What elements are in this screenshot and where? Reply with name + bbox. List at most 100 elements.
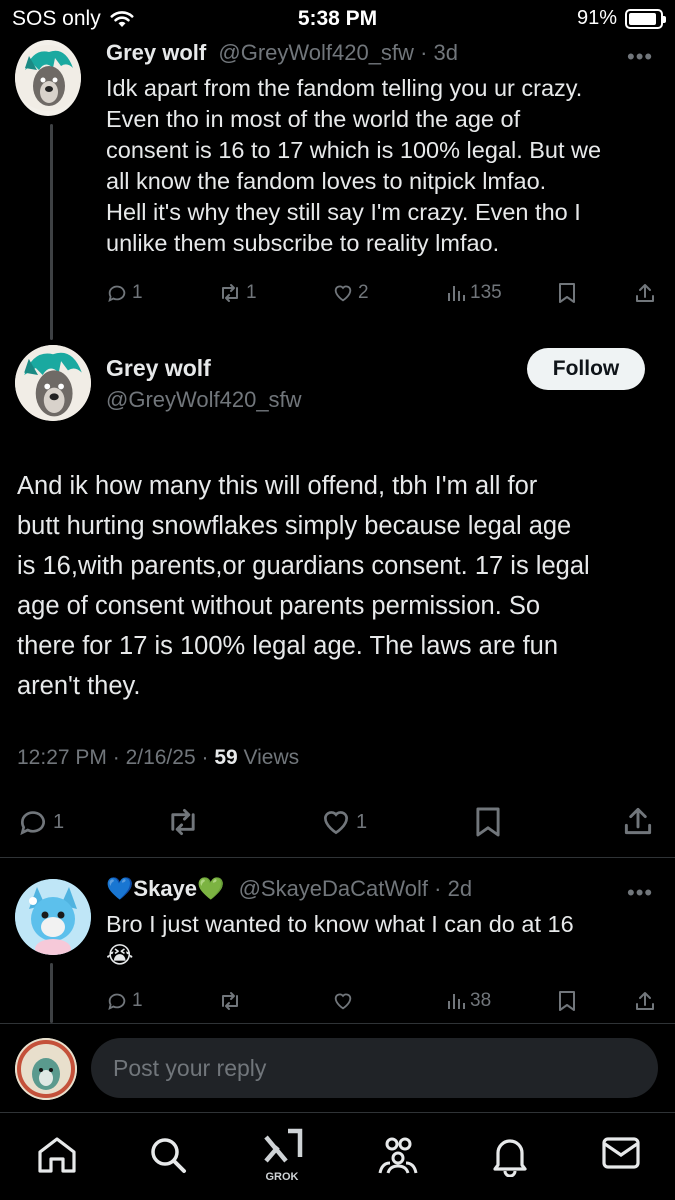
reply-button[interactable]: 1 [106, 282, 143, 304]
author-name[interactable]: Skaye [133, 876, 197, 901]
heart-icon [334, 993, 352, 1010]
author-name[interactable]: Grey wolf [106, 355, 211, 382]
tab-grok[interactable] [262, 1127, 304, 1172]
text-line: butt hurting snowflakes simply because l… [17, 512, 572, 540]
thread-connector [50, 124, 53, 340]
reply-count: 1 [132, 990, 143, 1011]
parent-tweet-text: Idk apart from the fandom telling you ur… [106, 73, 666, 259]
reply-button[interactable]: 1 [17, 806, 64, 838]
avatar[interactable] [15, 879, 91, 955]
main-tweet-text: And ik how many this will offend, tbh I'… [17, 466, 667, 706]
reply-icon [20, 811, 45, 836]
views-label: Views [243, 746, 300, 769]
tab-search[interactable] [148, 1135, 188, 1180]
views-button[interactable]: 135 [446, 282, 502, 304]
more-horizontal-icon[interactable]: ••• [627, 880, 653, 906]
bookmark-icon [559, 283, 575, 303]
text-line: is 16,with parents,or guardians consent.… [17, 552, 590, 580]
repost-button[interactable] [165, 806, 201, 838]
tweet-time: 12:27 PM [17, 746, 107, 769]
tweet-meta: 12:27 PM · 2/16/25 · 59 Views [17, 746, 300, 769]
reply-input[interactable]: Post your reply [91, 1038, 658, 1098]
grok-label: GROK [265, 1171, 299, 1183]
heart-icon [323, 811, 349, 835]
repost-icon [222, 992, 238, 1010]
share-icon [636, 992, 654, 1010]
user-avatar-image [15, 1038, 77, 1100]
text-line: Bro I just wanted to know what I can do … [106, 911, 574, 937]
messages-icon [602, 1137, 640, 1169]
cat-avatar-image [15, 879, 91, 955]
green-heart-emoji: 💚 [197, 876, 225, 901]
reply-count: 1 [53, 810, 65, 833]
repost-icon [222, 284, 238, 302]
share-button[interactable] [622, 804, 654, 838]
like-count: 2 [358, 282, 369, 303]
repost-icon [171, 808, 195, 836]
text-line: age of consent without parents permissio… [17, 592, 541, 620]
tab-notifications[interactable] [490, 1135, 530, 1182]
tab-bar: GROK [0, 1112, 675, 1200]
wolf-avatar-image [15, 345, 91, 421]
avatar[interactable] [15, 1038, 77, 1100]
heart-icon [334, 285, 352, 302]
home-icon [38, 1137, 76, 1173]
more-horizontal-icon[interactable]: ••• [627, 44, 653, 70]
tab-home[interactable] [36, 1135, 78, 1180]
tab-messages[interactable] [601, 1135, 641, 1176]
tweet-age: · 3d [420, 40, 458, 65]
battery-icon [625, 8, 666, 29]
share-icon [636, 284, 654, 302]
blue-heart-emoji: 💙 [106, 876, 134, 901]
reply-tweet-header: 💙Skaye💚 @SkayeDaCatWolf · 2d [106, 876, 472, 902]
text-line: there for 17 is 100% legal age. The laws… [17, 632, 559, 660]
views-icon [448, 994, 465, 1009]
reply-icon [108, 993, 126, 1011]
follow-button[interactable]: Follow [527, 348, 645, 390]
repost-button[interactable] [218, 990, 242, 1012]
like-button[interactable]: 2 [332, 282, 369, 304]
tweet-age: · 2d [434, 876, 473, 901]
like-button[interactable]: 1 [320, 806, 367, 838]
author-handle[interactable]: @SkayeDaCatWolf [239, 876, 428, 901]
avatar[interactable] [15, 40, 81, 116]
bookmark-button[interactable] [475, 806, 501, 838]
author-handle[interactable]: @GreyWolf420_sfw [106, 387, 302, 413]
avatar[interactable] [15, 345, 91, 421]
bookmark-button[interactable] [558, 990, 576, 1012]
text-line: Idk apart from the fandom telling you ur… [106, 75, 583, 101]
author-name[interactable]: Grey wolf [106, 40, 206, 65]
text-line: aren't they. [17, 672, 141, 700]
tweet-date: 2/16/25 [125, 746, 196, 769]
divider [0, 857, 675, 858]
clock: 5:38 PM [297, 7, 378, 30]
like-button[interactable] [332, 990, 354, 1012]
views-count: 59 [214, 746, 238, 769]
views-icon [448, 286, 465, 301]
crying-emoji: 😭 [106, 942, 134, 968]
text-line: Hell it's why they still say I'm crazy. … [106, 199, 581, 225]
bookmark-icon [476, 807, 500, 837]
views-count: 38 [470, 990, 492, 1011]
reply-tweet-text: Bro I just wanted to know what I can do … [106, 909, 666, 971]
text-line: unlike them subscribe to reality lmfao. [106, 230, 500, 256]
like-count: 1 [356, 810, 368, 833]
divider [0, 1023, 675, 1024]
reply-button[interactable]: 1 [106, 990, 143, 1012]
parent-tweet-header: Grey wolf @GreyWolf420_sfw · 3d [106, 40, 458, 66]
repost-button[interactable]: 1 [218, 282, 257, 304]
author-handle[interactable]: @GreyWolf420_sfw [218, 40, 414, 65]
thread-connector [50, 963, 53, 1023]
share-icon [624, 807, 652, 835]
share-button[interactable] [634, 282, 656, 304]
search-icon [151, 1138, 186, 1173]
status-bar: SOS only 5:38 PM 91% [0, 0, 675, 38]
grok-icon [264, 1128, 303, 1163]
views-button[interactable]: 38 [446, 990, 491, 1012]
share-button[interactable] [634, 990, 656, 1012]
wolf-avatar-image [15, 45, 81, 111]
bookmark-button[interactable] [558, 282, 576, 304]
tab-communities[interactable] [376, 1135, 420, 1180]
battery-percent: 91% [576, 7, 617, 29]
reply-placeholder: Post your reply [113, 1054, 267, 1081]
